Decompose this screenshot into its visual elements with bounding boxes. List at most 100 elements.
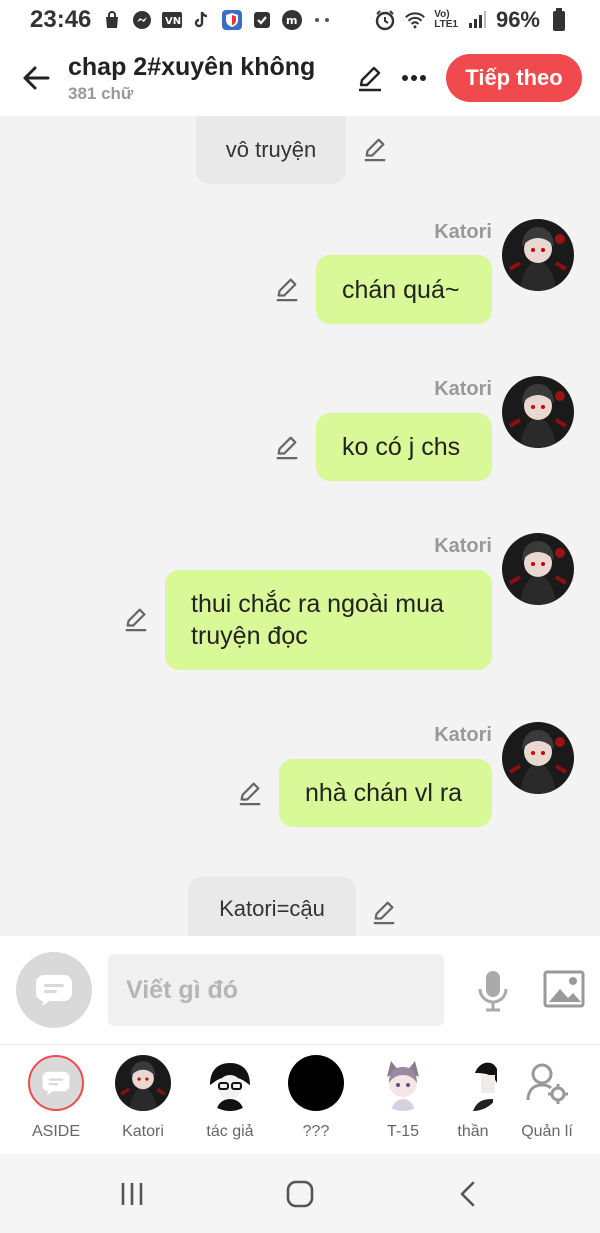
back-button[interactable] [8,50,64,106]
edit-message-button[interactable] [369,897,399,927]
character-item-aside[interactable]: ASIDE [16,1055,96,1141]
character-name: ASIDE [31,1123,80,1140]
avatar[interactable] [502,722,574,794]
aside-message-text: Katori=cậu [219,896,325,921]
message-bubble[interactable]: nhà chán vl ra [279,759,492,827]
character-name: tác giả [206,1123,254,1140]
unknown-character-avatar [288,1055,344,1111]
aside-character-avatar [28,1055,84,1111]
edit-message-button[interactable] [360,134,390,164]
vn-app-icon: VN [161,9,183,31]
home-icon [286,1180,314,1208]
character-name: Katori [122,1123,164,1140]
character-name: Quản lí [521,1123,573,1140]
svg-text:VN: VN [165,16,181,27]
pencil-icon [364,138,386,162]
avatar[interactable] [502,533,574,605]
avatar[interactable] [502,376,574,448]
edit-message-button[interactable] [235,778,265,808]
character-name: ??? [302,1123,330,1140]
edit-message-button[interactable] [272,274,302,304]
pencil-icon [239,782,261,806]
sender-name: Katori [434,724,492,746]
author-avatar-icon [202,1055,258,1111]
voice-button[interactable] [470,966,516,1016]
katori-avatar-icon [502,219,574,291]
t15-character-avatar [375,1055,431,1111]
sender-name: Katori [434,221,492,243]
edit-message-button[interactable] [121,604,151,634]
character-item-author[interactable]: tác giả [190,1055,270,1141]
than-avatar-icon [473,1055,501,1111]
message-input[interactable] [108,954,444,1026]
edit-title-button[interactable] [352,60,388,96]
more-options-button[interactable] [396,60,432,96]
status-system-icons: Vo) LTE1 96% [374,7,570,33]
avatar[interactable] [502,219,574,291]
shield-app-icon [221,9,243,31]
manage-user-icon [526,1063,568,1104]
back-icon [460,1181,475,1207]
message-text: nhà chán vl ra [305,779,463,807]
chat-bubble-icon [36,975,72,1006]
pencil-icon [125,608,147,632]
author-character-avatar [202,1055,258,1111]
character-name: T-15 [386,1123,419,1140]
signal-icon [466,9,488,31]
status-time: 23:46 [30,6,92,33]
character-name: thần [457,1123,489,1140]
more-dots-icon [311,9,333,31]
title-block: chap 2#xuyên không 381 chữ [68,52,315,104]
katori-avatar-icon [115,1055,171,1111]
system-nav-bar [0,1154,600,1233]
aside-message[interactable]: Katori=cậu [188,877,356,941]
character-item-unknown[interactable]: ??? [276,1055,356,1141]
more-horizontal-icon [402,75,426,81]
message-text: chán quá~ [342,275,460,304]
app-header: chap 2#xuyên không 381 chữ Tiếp theo [0,40,600,116]
status-notification-icons: VN m [101,9,333,31]
svg-text:m: m [286,14,297,27]
battery-percent: 96% [495,7,540,32]
recent-apps-button[interactable] [110,1172,154,1216]
composer [0,936,600,1044]
tiktok-icon [191,9,213,31]
aside-message[interactable]: vô truyện [196,116,346,184]
aside-message-text: vô truyện [225,137,317,162]
katori-avatar-icon [502,722,574,794]
katori-avatar-icon [502,376,574,448]
manage-characters-icon-wrap [519,1055,575,1111]
message-text: thui chắc ra ngoài mua truyện đọc [191,590,444,650]
sender-name: Katori [434,378,492,400]
microphone-icon [478,971,508,1012]
pencil-icon [359,66,381,92]
alarm-icon [374,9,396,31]
katori-avatar-icon [502,533,574,605]
character-bar: ASIDE Katori tác giả ??? T-15 thần Quản … [0,1044,600,1154]
image-button[interactable] [540,966,588,1012]
pencil-icon [276,436,298,460]
character-item-than[interactable]: thần [433,1055,513,1141]
system-back-button[interactable] [446,1172,490,1216]
battery-icon [548,8,570,31]
volte-lte-icon: Vo) LTE1 [434,10,458,30]
word-count: 381 chữ [68,84,134,103]
t15-avatar-icon [387,1061,419,1111]
home-button[interactable] [278,1172,322,1216]
next-button[interactable]: Tiếp theo [446,54,582,102]
than-character-avatar [445,1055,501,1111]
edit-message-button[interactable] [272,432,302,462]
message-bubble[interactable]: ko có j chs [316,413,492,481]
chapter-title[interactable]: chap 2#xuyên không [68,52,315,82]
message-type-button[interactable] [16,952,92,1028]
chat-area[interactable]: vô truyện Katori chán quá~ Katori ko có … [0,116,600,941]
character-item-t15[interactable]: T-15 [363,1055,443,1141]
image-icon [543,970,585,1008]
character-item-katori[interactable]: Katori [103,1055,183,1141]
wifi-icon [404,9,426,31]
character-item-manage[interactable]: Quản lí [507,1055,587,1141]
katori-character-avatar [115,1055,171,1111]
status-bar: 23:46 VN m Vo) LTE1 96% [0,0,600,40]
message-bubble[interactable]: chán quá~ [316,255,492,324]
message-bubble[interactable]: thui chắc ra ngoài mua truyện đọc [165,570,492,670]
